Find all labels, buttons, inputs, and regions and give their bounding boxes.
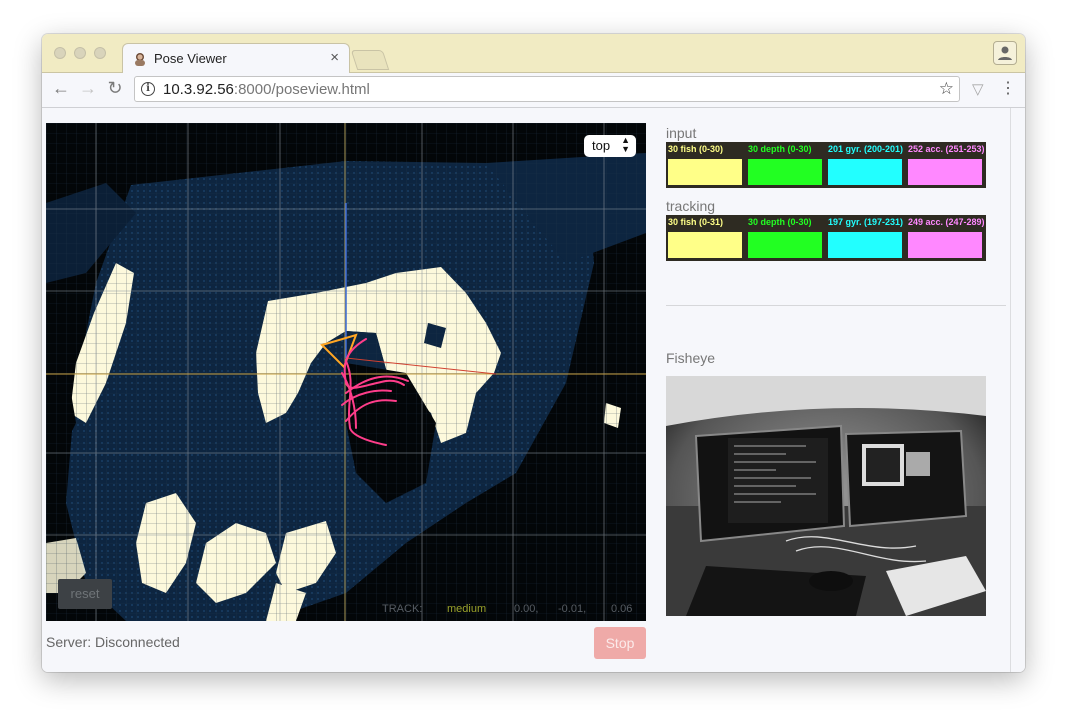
- input-acc-bar: [908, 159, 982, 185]
- browser-window: Pose Viewer × ← → ↻ i 10.3.92.56:8000/po…: [42, 34, 1025, 672]
- section-divider: [666, 305, 1006, 306]
- input-fish-label: 30 fish (0-30): [668, 144, 724, 154]
- tab-title: Pose Viewer: [154, 51, 227, 66]
- input-gyro-bar: [828, 159, 902, 185]
- zoom-window-button[interactable]: [94, 47, 106, 59]
- bookmark-star-icon[interactable]: ☆: [939, 79, 954, 99]
- person-icon: [998, 46, 1012, 60]
- fisheye-camera-image: [666, 376, 986, 616]
- page-content: top ▲ ▼ reset TRACK: medium 0.00, -0.01, …: [42, 108, 1025, 672]
- title-bar: Pose Viewer ×: [42, 34, 1025, 73]
- tracking-fish-bar: [668, 232, 742, 258]
- reload-icon[interactable]: ↻: [104, 78, 126, 99]
- extension-icon[interactable]: ▽: [972, 80, 984, 98]
- tracking-sensor-panel: 30 fish (0-31) 30 depth (0-30) 197 gyr. …: [666, 215, 986, 261]
- fisheye-section-title: Fisheye: [666, 350, 716, 366]
- stop-button[interactable]: Stop: [594, 627, 646, 659]
- tab-pose-viewer[interactable]: Pose Viewer ×: [122, 43, 350, 73]
- tracking-depth-cell: 30 depth (0-30): [746, 215, 826, 261]
- vertical-scrollbar[interactable]: [1010, 108, 1025, 672]
- address-bar[interactable]: i 10.3.92.56:8000/poseview.html ☆: [134, 76, 960, 102]
- profile-button[interactable]: [993, 41, 1017, 65]
- minimize-window-button[interactable]: [74, 47, 86, 59]
- info-icon[interactable]: i: [141, 82, 155, 96]
- url-text[interactable]: 10.3.92.56:8000/poseview.html: [163, 81, 370, 98]
- tracking-depth-bar: [748, 232, 822, 258]
- track-value-x: 0.00,: [514, 603, 539, 615]
- forward-icon[interactable]: →: [77, 78, 99, 99]
- tracking-fish-cell: 30 fish (0-31): [666, 215, 746, 261]
- input-section-title: input: [666, 125, 697, 141]
- tracking-acc-bar: [908, 232, 982, 258]
- tracking-section-title: tracking: [666, 198, 716, 214]
- tracking-fish-label: 30 fish (0-31): [668, 217, 724, 227]
- server-status: Server: Disconnected: [46, 634, 180, 650]
- track-value-y: -0.01,: [558, 603, 587, 615]
- track-label: TRACK:: [382, 603, 423, 615]
- input-depth-bar: [748, 159, 822, 185]
- tracking-depth-label: 30 depth (0-30): [748, 217, 812, 227]
- input-depth-label: 30 depth (0-30): [748, 144, 812, 154]
- view-mode-value: top: [592, 138, 611, 153]
- occupancy-map: [46, 123, 646, 621]
- input-acc-label: 252 acc. (251-253): [908, 144, 985, 154]
- tracking-gyro-cell: 197 gyr. (197-231): [826, 215, 906, 261]
- close-window-button[interactable]: [54, 47, 66, 59]
- input-gyro-label: 201 gyr. (200-201): [828, 144, 904, 154]
- close-tab-icon[interactable]: ×: [330, 49, 339, 66]
- tracking-acc-label: 249 acc. (247-289): [908, 217, 985, 227]
- tracking-acc-cell: 249 acc. (247-289): [906, 215, 986, 261]
- input-fish-cell: 30 fish (0-30): [666, 142, 746, 188]
- chevron-updown-icon: ▲ ▼: [621, 135, 630, 154]
- input-fish-bar: [668, 159, 742, 185]
- input-sensor-panel: 30 fish (0-30) 30 depth (0-30) 201 gyr. …: [666, 142, 986, 188]
- input-gyro-cell: 201 gyr. (200-201): [826, 142, 906, 188]
- browser-menu-icon[interactable]: ⋮: [1000, 78, 1016, 98]
- toolbar: ← → ↻ i 10.3.92.56:8000/poseview.html ☆ …: [42, 73, 1025, 108]
- track-quality: medium: [447, 603, 487, 615]
- url-path: :8000/poseview.html: [233, 81, 370, 98]
- view-mode-select[interactable]: top ▲ ▼: [584, 135, 636, 157]
- track-value-z: 0.06: [611, 603, 633, 615]
- tracking-gyro-label: 197 gyr. (197-231): [828, 217, 904, 227]
- url-host: 10.3.92.56: [163, 81, 234, 98]
- fisheye-frame: [666, 376, 986, 616]
- reset-button[interactable]: reset: [58, 579, 112, 609]
- input-depth-cell: 30 depth (0-30): [746, 142, 826, 188]
- back-icon[interactable]: ←: [50, 78, 72, 99]
- pose-map-viewer[interactable]: top ▲ ▼ reset TRACK: medium 0.00, -0.01, …: [46, 123, 646, 621]
- new-tab-button[interactable]: [350, 50, 390, 70]
- tracking-gyro-bar: [828, 232, 902, 258]
- input-acc-cell: 252 acc. (251-253): [906, 142, 986, 188]
- avatar-favicon-icon: [135, 53, 145, 66]
